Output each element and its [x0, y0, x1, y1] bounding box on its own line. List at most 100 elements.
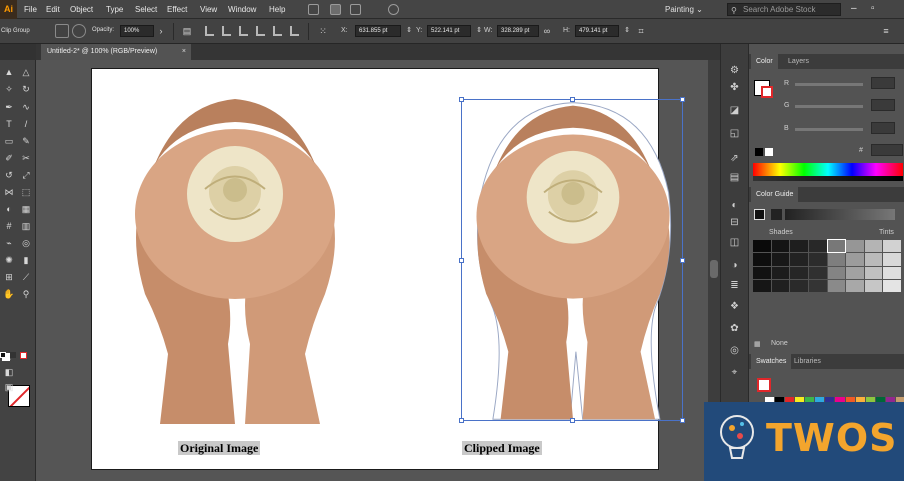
handle-middle-left[interactable]	[459, 258, 464, 263]
menu-edit[interactable]: Edit	[46, 5, 60, 14]
harmony-strip[interactable]	[785, 209, 895, 220]
shade-cell[interactable]	[883, 266, 901, 279]
shade-cell[interactable]	[771, 240, 790, 253]
scrollbar-thumb[interactable]	[710, 260, 718, 278]
shaper-tool-icon[interactable]: ✐	[2, 151, 16, 165]
graphic-styles-icon[interactable]: ❖	[728, 300, 741, 313]
align-left-icon[interactable]	[205, 26, 214, 36]
tab-swatches[interactable]: Swatches	[751, 354, 792, 369]
handle-bottom-right[interactable]	[680, 418, 685, 423]
base-color-swatch[interactable]	[754, 209, 765, 220]
color-stroke-swatch[interactable]	[761, 86, 773, 98]
x-stepper-icon[interactable]: ⇕	[402, 24, 416, 38]
shade-cell[interactable]	[826, 238, 847, 254]
slider-g[interactable]	[795, 105, 863, 108]
shades-tints-grid[interactable]	[753, 238, 901, 292]
shade-cell[interactable]	[753, 240, 771, 253]
magic-wand-tool-icon[interactable]: ✧	[2, 82, 16, 96]
none-mode-icon[interactable]	[20, 352, 27, 359]
canvas-area[interactable]: Original Image Clipped Image	[36, 60, 720, 481]
selection-tool-icon[interactable]: ▲	[2, 65, 16, 79]
w-field[interactable]: 328.289 pt	[497, 25, 539, 37]
align-right-icon[interactable]	[239, 26, 248, 36]
chevron-right-icon[interactable]: ›	[154, 24, 168, 38]
blend-tool-icon[interactable]: ◎	[19, 236, 33, 250]
menu-select[interactable]: Select	[135, 5, 157, 14]
symbols-icon[interactable]: ✿	[728, 322, 741, 335]
shade-cell[interactable]	[846, 253, 864, 266]
tab-color-guide[interactable]: Color Guide	[751, 187, 799, 202]
menu-view[interactable]: View	[200, 5, 217, 14]
handle-bottom-center[interactable]	[570, 418, 575, 423]
x-field[interactable]: 631.855 pt	[355, 25, 401, 37]
shade-cell[interactable]	[790, 279, 808, 292]
shade-cell[interactable]	[753, 253, 771, 266]
tab-libraries[interactable]: Libraries	[789, 354, 826, 369]
navigator-icon[interactable]: ⌖	[728, 366, 741, 379]
align-top-icon[interactable]	[256, 26, 265, 36]
document-tab[interactable]: Untitled-2* @ 100% (RGB/Preview) ×	[41, 44, 191, 60]
shade-cell[interactable]	[753, 279, 771, 292]
align-center-icon[interactable]	[222, 26, 231, 36]
slider-r[interactable]	[795, 83, 863, 86]
scale-tool-icon[interactable]: ⤢	[19, 168, 33, 182]
pathfinder-icon[interactable]: ◫	[728, 236, 741, 249]
brushes-icon[interactable]: ✤	[728, 81, 741, 94]
lasso-tool-icon[interactable]: ↻	[19, 82, 33, 96]
workspace-switcher[interactable]: Painting ⌄	[665, 5, 703, 14]
direct-selection-tool-icon[interactable]: △	[19, 65, 33, 79]
zoom-tool-icon[interactable]: ⚲	[19, 287, 33, 301]
minimize-button[interactable]: –	[851, 3, 857, 14]
bridge-icon[interactable]	[308, 4, 319, 15]
swatches-fill-stroke[interactable]	[757, 378, 771, 392]
menu-type[interactable]: Type	[106, 5, 123, 14]
edit-clipping-path-button[interactable]	[55, 24, 69, 38]
shade-cell[interactable]	[808, 240, 827, 253]
white-chip[interactable]	[765, 148, 773, 156]
shade-cell[interactable]	[808, 266, 827, 279]
fill-stroke-mini-icon[interactable]: ◪	[728, 104, 741, 117]
opacity-field[interactable]: 100%	[120, 25, 154, 37]
slice-tool-icon[interactable]: ⟋	[19, 270, 33, 284]
close-tab-icon[interactable]: ×	[182, 44, 186, 60]
align-icon[interactable]: ⊟	[728, 216, 741, 229]
transform-panel-icon[interactable]: ⌗	[634, 24, 648, 38]
y-field[interactable]: 522.141 pt	[427, 25, 471, 37]
width-tool-icon[interactable]: ⋈	[2, 185, 16, 199]
shade-cell[interactable]	[846, 240, 864, 253]
menu-window[interactable]: Window	[228, 5, 256, 14]
graph-tool-icon[interactable]: ▮	[19, 253, 33, 267]
shade-cell[interactable]	[771, 253, 790, 266]
value-r[interactable]	[871, 77, 895, 89]
panel-menu-icon[interactable]: ≡	[879, 24, 893, 38]
handle-bottom-left[interactable]	[459, 418, 464, 423]
paintbrush-tool-icon[interactable]: ✎	[19, 134, 33, 148]
tab-color[interactable]: Color	[751, 54, 778, 69]
gradient-tool-icon[interactable]: ▥	[19, 219, 33, 233]
shade-cell[interactable]	[864, 253, 883, 266]
perspective-grid-tool-icon[interactable]: ▦	[19, 202, 33, 216]
black-chip[interactable]	[755, 148, 763, 156]
harmony-swatch[interactable]	[771, 209, 782, 220]
export-icon[interactable]: ⇗	[728, 152, 741, 165]
shade-cell[interactable]	[753, 266, 771, 279]
menu-object[interactable]: Object	[70, 5, 93, 14]
shade-cell[interactable]	[864, 266, 883, 279]
shade-cell[interactable]	[846, 279, 864, 292]
artboard[interactable]: Original Image Clipped Image	[91, 68, 685, 470]
shade-cell[interactable]	[827, 266, 846, 279]
handle-middle-right[interactable]	[680, 258, 685, 263]
layers-icon[interactable]: ◱	[728, 127, 741, 140]
shade-cell[interactable]	[808, 253, 827, 266]
selection-bounding-box[interactable]	[459, 97, 685, 423]
adobe-stock-search[interactable]: ⚲ Search Adobe Stock	[727, 3, 841, 16]
value-b[interactable]	[871, 122, 895, 134]
pen-tool-icon[interactable]: ✒	[2, 100, 16, 114]
align-middle-icon[interactable]	[273, 26, 282, 36]
rectangle-tool-icon[interactable]: ▭	[2, 134, 16, 148]
color-guide-menu-icon[interactable]: ▦	[754, 340, 761, 348]
drawing-mode-icon[interactable]: ◧	[2, 365, 16, 379]
artboards-icon[interactable]: ▤	[728, 171, 741, 184]
shade-cell[interactable]	[846, 266, 864, 279]
gpu-performance-icon[interactable]	[388, 4, 399, 15]
